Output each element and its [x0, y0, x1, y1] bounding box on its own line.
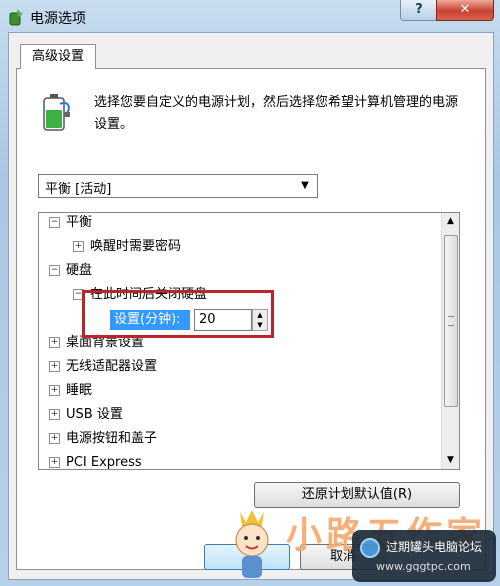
tree-item-usb-settings[interactable]: + USB 设置	[49, 405, 123, 425]
tree-item-label: 无线适配器设置	[66, 359, 158, 374]
watermark-forum-name: 过期罐头电脑论坛	[386, 540, 483, 554]
scroll-thumb[interactable]	[444, 235, 458, 407]
tree-item-label: PCI Express	[66, 455, 142, 470]
chevron-down-icon[interactable]: ▼	[296, 178, 314, 194]
expand-icon[interactable]: +	[49, 385, 60, 396]
tree-item-hard-disk[interactable]: − 硬盘	[49, 261, 92, 281]
power-options-icon	[9, 9, 23, 26]
tree-item-label: 唤醒时需要密码	[90, 239, 182, 254]
expand-icon[interactable]: +	[73, 241, 84, 252]
expand-icon[interactable]: +	[49, 337, 60, 348]
tree-item-pci-express[interactable]: + PCI Express	[49, 453, 142, 470]
expand-icon[interactable]: +	[49, 457, 60, 468]
watermark-url: www.gqgtpc.com	[376, 560, 471, 573]
description-text: 选择您要自定义的电源计划，然后选择您希望计算机管理的电源设置。	[94, 95, 459, 132]
collapse-icon[interactable]: −	[49, 265, 60, 276]
scroll-up-icon[interactable]: ▲	[442, 213, 459, 230]
tree-item-label: 硬盘	[66, 263, 93, 278]
tree-item-wireless-adapter[interactable]: + 无线适配器设置	[49, 357, 157, 377]
tree-item-balanced[interactable]: − 平衡	[49, 213, 92, 233]
tree-item-sleep[interactable]: + 睡眠	[49, 381, 92, 401]
settings-tree[interactable]: − 平衡 + 唤醒时需要密码 − 硬盘 − 在此时间后关闭硬盘 + 桌面背景设置 + 无线适…	[38, 212, 460, 470]
tree-item-label: 电源按钮和盖子	[66, 431, 158, 446]
collapse-icon[interactable]: −	[49, 217, 60, 228]
battery-plug-icon	[43, 94, 70, 131]
tree-item-label: 平衡	[66, 215, 93, 230]
window-title: 电源选项	[30, 11, 86, 27]
vertical-scrollbar[interactable]: ▲ ▼	[441, 213, 459, 469]
tree-item-label: USB 设置	[66, 407, 123, 422]
tree-item-power-buttons-lid[interactable]: + 电源按钮和盖子	[49, 429, 157, 449]
restore-defaults-button[interactable]: 还原计划默认值(R)	[254, 482, 460, 508]
tab-advanced-settings[interactable]: 高级设置	[20, 44, 96, 69]
mascot-watermark-icon	[235, 510, 269, 578]
tree-item-label: 睡眠	[66, 383, 93, 398]
forum-logo-icon	[360, 538, 380, 558]
annotation-highlight-box	[82, 290, 274, 338]
tree-item-wake-password[interactable]: + 唤醒时需要密码	[73, 237, 181, 257]
help-button[interactable]: ?	[400, 0, 438, 21]
close-button[interactable]: ✕	[436, 0, 494, 21]
forum-watermark-badge: 过期罐头电脑论坛 www.gqgtpc.com	[352, 530, 496, 582]
scroll-down-icon[interactable]: ▼	[442, 452, 459, 469]
expand-icon[interactable]: +	[49, 409, 60, 420]
power-plan-select[interactable]: 平衡 [活动] ▼	[38, 174, 318, 198]
grip-icon	[448, 316, 454, 326]
power-plan-value: 平衡 [活动]	[45, 182, 112, 197]
expand-icon[interactable]: +	[49, 361, 60, 372]
expand-icon[interactable]: +	[49, 433, 60, 444]
